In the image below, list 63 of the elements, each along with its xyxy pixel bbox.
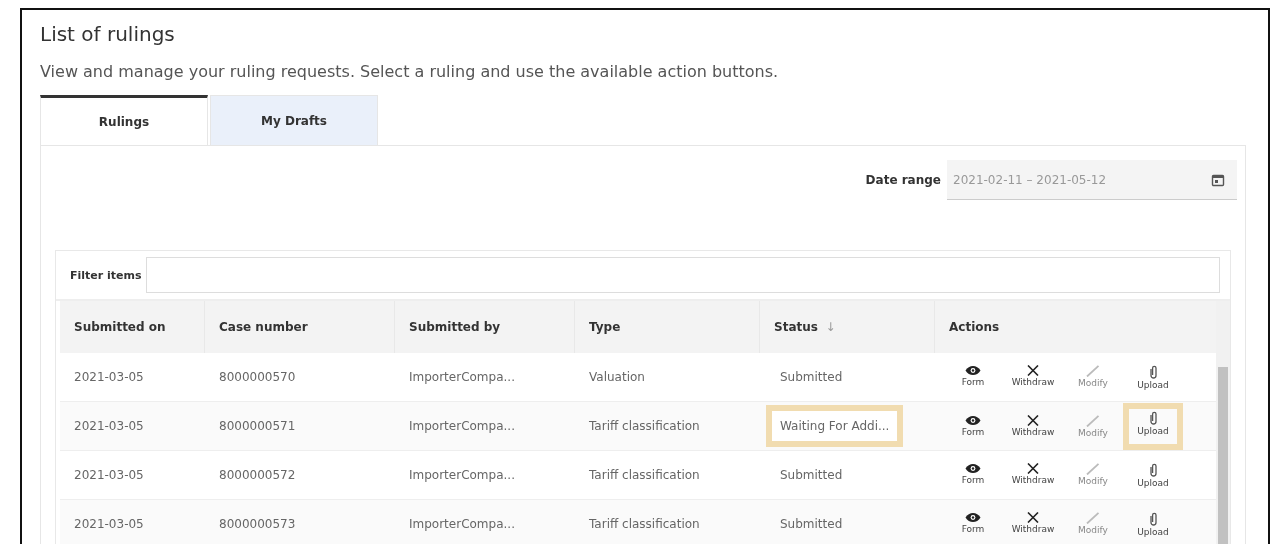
status-text: Submitted [779, 467, 844, 484]
column-header[interactable]: Type [575, 301, 760, 353]
table-cell-text: Tariff classification [588, 419, 701, 433]
table-cell-text: ImporterCompa... [408, 517, 516, 531]
withdraw-action-button[interactable]: Withdraw [1007, 408, 1059, 444]
close-icon [1027, 511, 1039, 523]
table-cell-text: Tariff classification [588, 468, 701, 482]
withdraw-action-button[interactable]: Withdraw [1007, 505, 1059, 543]
column-header[interactable]: Status ↓ [760, 301, 935, 353]
status-text: Submitted [779, 516, 844, 533]
table-cell-text: ImporterCompa... [408, 370, 516, 384]
tab[interactable]: My Drafts [210, 95, 378, 145]
withdraw-action-button[interactable]: Withdraw [1007, 358, 1059, 396]
column-header[interactable]: Submitted by [395, 301, 575, 353]
table-cell-text: Tariff classification [588, 517, 701, 531]
column-header[interactable]: Actions [935, 301, 1216, 353]
pencil-icon [1086, 511, 1100, 524]
calendar-icon[interactable] [1211, 172, 1225, 187]
paperclip-icon [1148, 462, 1158, 477]
column-header[interactable]: Case number [205, 301, 395, 353]
filter-label: Filter items [70, 268, 142, 282]
pencil-icon [1086, 364, 1100, 377]
table-cell-text: ImporterCompa... [408, 468, 516, 482]
pencil-icon [1086, 462, 1100, 475]
form-action-button[interactable]: Form [947, 358, 999, 396]
paperclip-icon [1148, 364, 1158, 379]
eye-icon [965, 462, 981, 474]
table-cell-text: 8000000572 [218, 468, 297, 482]
table-cell-text: 8000000571 [218, 419, 297, 433]
paperclip-icon [1148, 410, 1158, 425]
eye-icon [965, 511, 981, 523]
date-range-label: Date range [865, 173, 941, 187]
upload-action-button[interactable]: Upload [1123, 402, 1183, 450]
table-cell-text: 2021-03-05 [73, 370, 145, 384]
upload-action-button[interactable]: Upload [1127, 456, 1179, 494]
highlighted-status-cell: Waiting For Addi... [766, 405, 904, 447]
filter-field[interactable] [145, 257, 1220, 293]
close-icon [1027, 364, 1039, 376]
table-cell-text: Valuation [588, 370, 646, 384]
eye-icon [965, 364, 981, 376]
status-text: Submitted [779, 369, 844, 386]
tab[interactable]: Rulings [40, 95, 208, 145]
form-action-button[interactable]: Form [947, 408, 999, 444]
scrollbar[interactable] [1216, 301, 1230, 544]
paperclip-icon [1148, 511, 1158, 526]
table-cell-text: 8000000573 [218, 517, 297, 531]
table-cell-text: 8000000570 [218, 370, 297, 384]
page-title: List of rulings [40, 22, 176, 46]
upload-action-button[interactable]: Upload [1127, 358, 1179, 396]
table-cell-text: ImporterCompa... [408, 419, 516, 433]
eye-icon [965, 414, 981, 426]
withdraw-action-button[interactable]: Withdraw [1007, 456, 1059, 494]
table-cell-text: 2021-03-05 [73, 419, 145, 433]
pencil-icon [1086, 414, 1100, 427]
close-icon [1027, 462, 1039, 474]
table-cell-text: 2021-03-05 [73, 468, 145, 482]
form-action-button[interactable]: Form [947, 456, 999, 494]
upload-action-button[interactable]: Upload [1127, 505, 1179, 543]
column-header[interactable]: Submitted on [60, 301, 205, 353]
form-action-button[interactable]: Form [947, 505, 999, 543]
table-cell-text: 2021-03-05 [73, 517, 145, 531]
close-icon [1027, 414, 1039, 426]
page-description: View and manage your ruling requests. Select a ruling and use the available action buttons. [40, 62, 780, 81]
